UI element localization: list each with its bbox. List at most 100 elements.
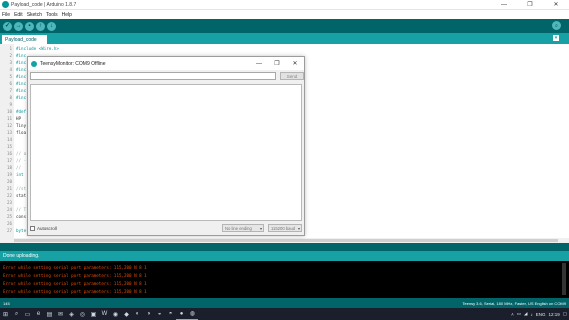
- line-number: 13: [6, 129, 12, 135]
- code-text: #inc: [16, 87, 27, 93]
- system-tray: ˄ ▭ ◢ ♪ ENG 12:19 ▢: [508, 308, 567, 320]
- scrollbar-thumb[interactable]: [14, 239, 558, 242]
- monitor-minimize-button[interactable]: —: [250, 57, 268, 70]
- monitor-maximize-button[interactable]: ❐: [268, 57, 286, 70]
- toolbar: ✓ → ▪ ↑ ↓ ⌕: [0, 19, 569, 33]
- teensy-monitor-titlebar: TeensyMonitor: COM9 Offline — ❐ ✕: [28, 57, 304, 70]
- console-output[interactable]: Error while setting serial port paramete…: [0, 261, 569, 298]
- board-info: Teensy 3.6, Serial, 180 MHz, Faster, US …: [462, 300, 566, 306]
- windows-taskbar: ⊞ ⌕ ▭ e ▤ ✉ ◈ ◎ ▣ W ◉ ◆ ◐ ◑ ◒ ◓ ● ◍ ˄ ▭ …: [0, 308, 569, 320]
- notification-icon[interactable]: ▢: [563, 311, 567, 317]
- line-number: 1: [9, 45, 12, 51]
- language-indicator[interactable]: ENG: [536, 312, 546, 317]
- line-number: 22: [6, 192, 12, 198]
- taskbar-app-icon[interactable]: ◆: [121, 308, 132, 320]
- upload-button[interactable]: →: [14, 21, 23, 31]
- line-number: 16: [6, 150, 12, 156]
- code-text: #inc: [16, 73, 27, 79]
- taskbar-app-icon[interactable]: ✉: [55, 308, 66, 320]
- autoscroll-label: Autoscroll: [37, 226, 57, 231]
- autoscroll-checkbox[interactable]: [30, 226, 35, 231]
- code-text: int: [16, 171, 24, 177]
- maximize-button[interactable]: ❐: [517, 0, 543, 10]
- monitor-close-button[interactable]: ✕: [286, 57, 304, 70]
- line-number: 2: [9, 52, 12, 58]
- cursor-line-number: 145: [3, 300, 10, 306]
- code-text: Tiny: [16, 122, 27, 128]
- line-ending-value: No line ending: [225, 225, 252, 231]
- taskbar-app-icon[interactable]: ◑: [143, 308, 154, 320]
- menu-edit[interactable]: Edit: [14, 12, 23, 18]
- console-line: Error while setting serial port paramete…: [3, 273, 147, 278]
- line-number: 17: [6, 157, 12, 163]
- taskbar-arduino-icon[interactable]: ●: [176, 308, 187, 320]
- code-text: // a: [16, 150, 27, 156]
- serial-input-field[interactable]: [30, 72, 276, 80]
- serial-monitor-button[interactable]: ⌕: [552, 21, 561, 30]
- line-number: 23: [6, 199, 12, 205]
- taskbar-app-icon[interactable]: ◒: [154, 308, 165, 320]
- close-button[interactable]: ✕: [543, 0, 569, 10]
- tab-payload-code[interactable]: Payload_code: [2, 35, 47, 44]
- teensy-monitor-window: TeensyMonitor: COM9 Offline — ❐ ✕ Send A…: [27, 56, 305, 236]
- taskbar-app-icon[interactable]: ◐: [132, 308, 143, 320]
- line-number: 14: [6, 136, 12, 142]
- code-text: cons: [16, 213, 27, 219]
- menu-file[interactable]: File: [2, 12, 10, 18]
- line-ending-select[interactable]: No line ending ▾: [222, 224, 264, 232]
- clock[interactable]: 12:19: [548, 312, 559, 317]
- taskbar-app-icon[interactable]: W: [99, 308, 110, 320]
- tray-overflow-icon[interactable]: ˄: [511, 312, 514, 317]
- taskbar-app-icon[interactable]: ▤: [44, 308, 55, 320]
- menu-tools[interactable]: Tools: [46, 12, 58, 18]
- taskbar-app-icon[interactable]: ◓: [165, 308, 176, 320]
- start-button[interactable]: ⊞: [0, 308, 11, 320]
- line-number: 26: [6, 220, 12, 226]
- send-row: Send: [30, 72, 304, 81]
- line-number: 20: [6, 178, 12, 184]
- code-text: floa: [16, 129, 27, 135]
- send-button[interactable]: Send: [280, 72, 304, 80]
- code-text: #inc: [16, 59, 27, 65]
- line-number: 10: [6, 108, 12, 114]
- battery-icon[interactable]: ▭: [517, 311, 521, 317]
- network-icon[interactable]: ◢: [524, 311, 527, 317]
- taskbar-app-icon[interactable]: ◈: [66, 308, 77, 320]
- chevron-down-icon: ▾: [259, 225, 262, 231]
- console-scrollbar[interactable]: [562, 263, 566, 295]
- menu-sketch[interactable]: Sketch: [27, 12, 42, 18]
- code-text: stat: [16, 192, 27, 198]
- code-text: //: [16, 164, 22, 170]
- code-text: HP: [16, 115, 22, 121]
- window-title: Payload_code | Arduino 1.8.7: [11, 1, 77, 8]
- line-number: 15: [6, 143, 12, 149]
- line-number: 19: [6, 171, 12, 177]
- editor-horizontal-scrollbar[interactable]: [0, 238, 569, 243]
- code-text: #inc: [16, 66, 27, 72]
- minimize-button[interactable]: —: [491, 0, 517, 10]
- taskbar-teensy-icon[interactable]: ◍: [187, 308, 198, 320]
- window-titlebar: Payload_code | Arduino 1.8.7 — ❐ ✕: [0, 0, 569, 10]
- code-text: //st: [16, 185, 27, 191]
- baud-rate-select[interactable]: 115200 baud ▾: [268, 224, 302, 232]
- save-button[interactable]: ↓: [47, 21, 56, 31]
- tab-menu-button[interactable]: ▾: [553, 35, 559, 41]
- serial-output-area[interactable]: [30, 84, 302, 221]
- teensy-app-icon: [31, 60, 37, 67]
- line-number: 4: [9, 66, 12, 72]
- taskbar-app-icon[interactable]: ▣: [88, 308, 99, 320]
- new-button[interactable]: ▪: [25, 21, 34, 31]
- task-view-icon[interactable]: ▭: [22, 308, 33, 320]
- arduino-app-icon: [2, 1, 9, 8]
- line-number: 6: [9, 80, 12, 86]
- taskbar-app-icon[interactable]: e: [33, 308, 44, 320]
- verify-button[interactable]: ✓: [3, 21, 12, 31]
- menu-help[interactable]: Help: [62, 12, 72, 18]
- taskbar-app-icon[interactable]: ◎: [77, 308, 88, 320]
- chevron-down-icon: ▾: [297, 225, 300, 231]
- taskbar-app-icon[interactable]: ◉: [110, 308, 121, 320]
- open-button[interactable]: ↑: [36, 21, 45, 31]
- volume-icon[interactable]: ♪: [530, 312, 532, 317]
- console-line: Error while setting serial port paramete…: [3, 281, 147, 286]
- search-icon[interactable]: ⌕: [11, 308, 22, 320]
